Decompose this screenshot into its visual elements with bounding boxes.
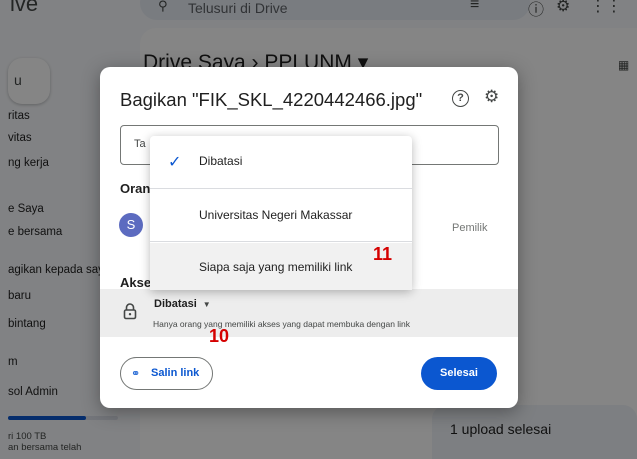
link-icon: ⚭ <box>131 368 141 380</box>
dialog-title: Bagikan "FIK_SKL_4220442466.jpg" <box>120 89 423 110</box>
menu-item-label: Siapa saja yang memiliki link <box>199 260 353 274</box>
menu-divider <box>150 188 412 189</box>
menu-divider <box>150 241 412 242</box>
avatar: S <box>119 213 143 237</box>
lock-icon <box>123 303 137 320</box>
menu-item-label: Universitas Negeri Makassar <box>199 208 353 222</box>
copy-link-button[interactable]: ⚭ Salin link <box>120 357 213 390</box>
done-button[interactable]: Selesai <box>421 357 497 390</box>
copy-link-label: Salin link <box>151 367 200 379</box>
access-level-dropdown[interactable]: Dibatasi ▼ <box>150 297 215 315</box>
access-description: Hanya orang yang memiliki akses yang dap… <box>153 319 411 329</box>
check-icon: ✓ <box>168 154 182 171</box>
menu-item-label: Dibatasi <box>199 154 243 168</box>
access-level-menu: ✓ Dibatasi Universitas Negeri Makassar S… <box>150 136 412 290</box>
owner-role: Pemilik <box>452 222 488 234</box>
general-access-row: Dibatasi ▼ Hanya orang yang memiliki akse… <box>100 289 518 337</box>
access-level-value: Dibatasi <box>154 298 197 310</box>
gear-icon[interactable]: ⚙ <box>484 87 499 107</box>
add-people-placeholder: Ta <box>134 138 146 150</box>
menu-item-restricted[interactable]: ✓ Dibatasi <box>150 136 412 186</box>
annotation-step-10: 10 <box>209 326 230 346</box>
help-icon[interactable]: ? <box>452 90 469 107</box>
menu-item-organization[interactable]: Universitas Negeri Makassar <box>150 190 412 240</box>
chevron-down-icon: ▼ <box>202 300 211 309</box>
annotation-step-11: 11 <box>373 244 393 264</box>
